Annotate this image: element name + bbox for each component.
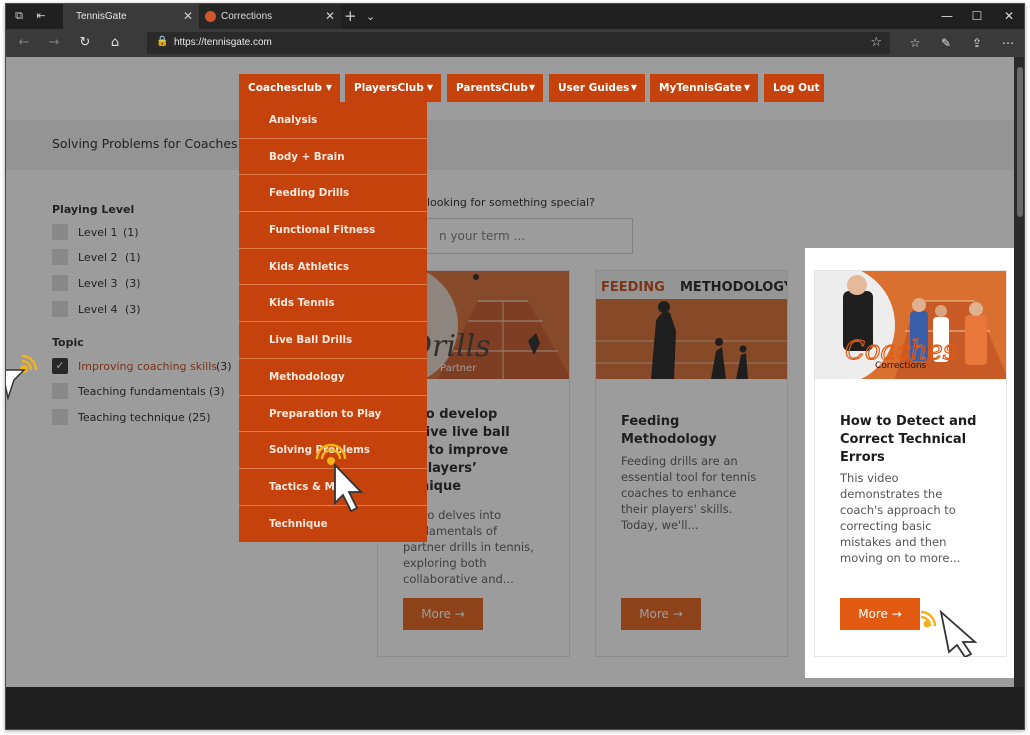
tab-strip: ⧉ ⇤ TennisGate ✕ Corrections ✕ + ⌄ — ☐ ✕ <box>6 4 1024 29</box>
browser-window: ⧉ ⇤ TennisGate ✕ Corrections ✕ + ⌄ — ☐ ✕… <box>5 3 1025 730</box>
tennisgate-favicon-icon <box>205 11 216 22</box>
nav-user-guides[interactable]: User Guides ▼ <box>549 74 645 102</box>
minimize-icon[interactable]: — <box>932 4 962 29</box>
menu-item-kids-athletics[interactable]: Kids Athletics <box>239 249 427 286</box>
menu-item-body-brain[interactable]: Body + Brain <box>239 139 427 176</box>
menu-item-live-ball-drills[interactable]: Live Ball Drills <box>239 322 427 359</box>
forward-icon[interactable]: → <box>44 34 64 52</box>
favorites-icon[interactable]: ☆ <box>905 34 925 52</box>
svg-text:Corrections: Corrections <box>875 361 927 371</box>
tab-title: TennisGate <box>76 11 127 22</box>
menu-item-preparation-to-play[interactable]: Preparation to Play <box>239 396 427 433</box>
chevron-down-icon: ▼ <box>426 83 433 92</box>
new-tab-icon[interactable]: + <box>344 4 357 29</box>
pointer-cursor-icon <box>315 443 364 513</box>
refresh-icon[interactable]: ↻ <box>75 34 95 52</box>
menu-item-kids-tennis[interactable]: Kids Tennis <box>239 285 427 323</box>
nav-coachesclub[interactable]: Coachesclub ▼ <box>239 74 340 102</box>
menu-item-analysis[interactable]: Analysis <box>239 102 427 139</box>
nav-playersclub[interactable]: PlayersClub ▼ <box>345 74 441 102</box>
maximize-icon[interactable]: ☐ <box>962 4 992 29</box>
chevron-down-icon: ▼ <box>325 83 332 92</box>
coaches-corrections-image: Coaches Corrections <box>815 271 1006 379</box>
page-footer <box>6 687 1024 729</box>
card-detect-correct-errors[interactable]: Coaches Corrections How to Detect and Cor… <box>814 270 1007 657</box>
chevron-down-icon: ▼ <box>743 83 750 92</box>
card-title[interactable]: How to Detect and Correct Technical Errors <box>840 413 990 467</box>
chevron-down-icon[interactable]: ⌄ <box>366 4 375 29</box>
scrollbar-thumb[interactable] <box>1017 67 1023 217</box>
pointer-cursor-icon <box>920 609 978 657</box>
tab-tennisgate[interactable]: TennisGate ✕ <box>63 4 199 29</box>
menu-item-methodology[interactable]: Methodology <box>239 359 427 396</box>
menu-item-feeding-drills[interactable]: Feeding Drills <box>239 175 427 213</box>
nav-log-out[interactable]: Log Out <box>764 74 824 102</box>
scrollbar[interactable] <box>1014 57 1024 687</box>
url-text[interactable]: https://tennisgate.com <box>174 32 272 54</box>
close-tab-icon[interactable]: ✕ <box>325 4 335 29</box>
tab-title: Corrections <box>221 11 273 22</box>
web-note-icon[interactable]: ✎ <box>936 34 956 52</box>
set-aside-tabs-icon[interactable]: ⇤ <box>32 8 50 24</box>
nav-mytennisgate[interactable]: MyTennisGate ▼ <box>650 74 758 102</box>
share-icon[interactable]: ⇪ <box>967 34 987 52</box>
more-icon[interactable]: ⋯ <box>998 34 1018 52</box>
chevron-down-icon: ▼ <box>630 83 637 92</box>
lock-icon: 🔒 <box>156 36 169 47</box>
home-icon[interactable]: ⌂ <box>105 34 125 52</box>
chevron-down-icon: ▼ <box>528 83 535 92</box>
close-tab-icon[interactable]: ✕ <box>183 4 193 29</box>
close-window-icon[interactable]: ✕ <box>994 4 1024 29</box>
favorite-star-icon[interactable]: ☆ <box>870 32 882 54</box>
card-description: This video demonstrates the coach's approa… <box>840 471 961 565</box>
address-bar[interactable]: 🔒 https://tennisgate.com ☆ <box>147 32 890 54</box>
nav-parentsclub[interactable]: ParentsClub ▼ <box>447 74 543 102</box>
address-toolbar: ← → ↻ ⌂ 🔒 https://tennisgate.com ☆ ☆ ✎ ⇪… <box>6 29 1024 57</box>
menu-item-functional-fitness[interactable]: Functional Fitness <box>239 212 427 249</box>
tab-corrections[interactable]: Corrections ✕ <box>199 4 341 29</box>
web-page: Solving Problems for Coaches Playing Lev… <box>6 57 1014 687</box>
tab-actions-icon[interactable]: ⧉ <box>10 8 28 24</box>
back-icon[interactable]: ← <box>14 34 34 52</box>
more-button[interactable]: More → <box>840 598 920 630</box>
click-cursor-icon <box>6 354 38 401</box>
card-thumbnail[interactable]: Coaches Corrections <box>815 271 1006 379</box>
